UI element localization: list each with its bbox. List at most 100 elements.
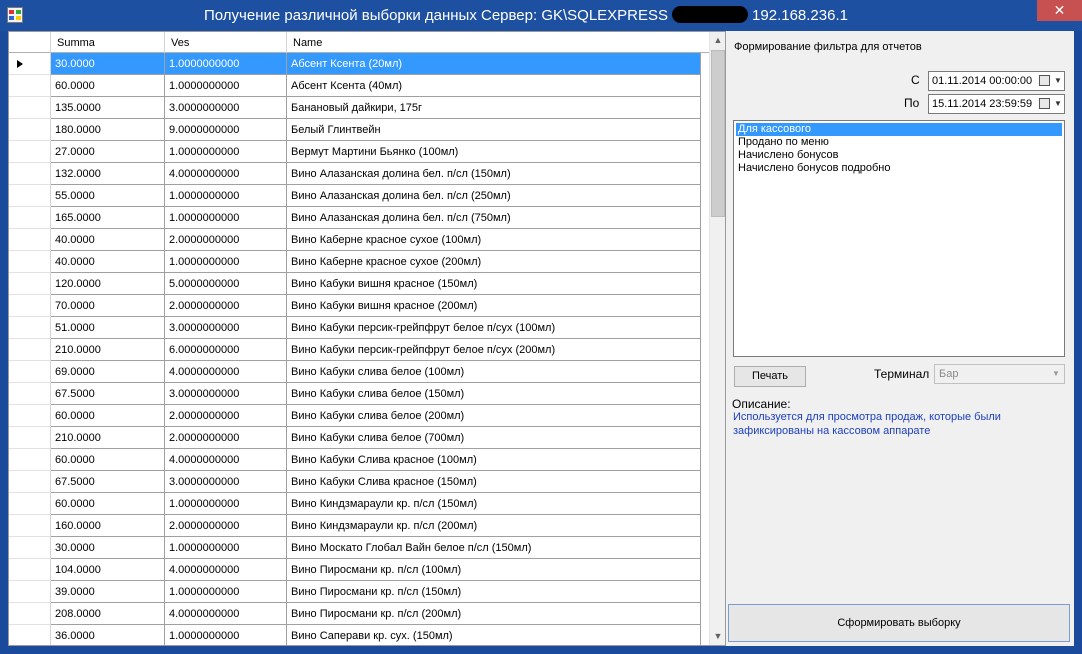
name-cell[interactable]: Вино Москато Глобал Вайн белое п/сл (150… [287,537,701,559]
table-row[interactable]: 160.0000 2.0000000000 Вино Киндзмараули кр… [9,515,709,537]
summa-cell[interactable]: 120.0000 [51,273,165,295]
summa-cell[interactable]: 67.5000 [51,383,165,405]
name-cell[interactable]: Абсент Ксента (20мл) [287,53,701,75]
ves-cell[interactable]: 3.0000000000 [165,97,287,119]
name-cell[interactable]: Вино Алазанская долина бел. п/сл (150мл) [287,163,701,185]
ves-cell[interactable]: 4.0000000000 [165,559,287,581]
ves-cell[interactable]: 2.0000000000 [165,229,287,251]
summa-cell[interactable]: 69.0000 [51,361,165,383]
print-button[interactable]: Печать [734,366,806,387]
ves-cell[interactable]: 2.0000000000 [165,427,287,449]
ves-cell[interactable]: 5.0000000000 [165,273,287,295]
table-row[interactable]: 40.0000 1.0000000000 Вино Каберне красное … [9,251,709,273]
ves-cell[interactable]: 4.0000000000 [165,449,287,471]
table-row[interactable]: 40.0000 2.0000000000 Вино Каберне красное … [9,229,709,251]
row-header[interactable] [9,97,51,119]
table-row[interactable]: 70.0000 2.0000000000 Вино Кабуки вишня кра… [9,295,709,317]
table-row[interactable]: 67.5000 3.0000000000 Вино Кабуки слива бел… [9,383,709,405]
summa-cell[interactable]: 104.0000 [51,559,165,581]
ves-cell[interactable]: 1.0000000000 [165,207,287,229]
ves-cell[interactable]: 1.0000000000 [165,251,287,273]
name-cell[interactable]: Вино Кабуки слива белое (200мл) [287,405,701,427]
data-grid[interactable]: Summa Ves Name 30.0000 1.0000000000 Абсент… [8,31,726,646]
column-header-summa[interactable]: Summa [51,32,165,53]
ves-cell[interactable]: 1.0000000000 [165,581,287,603]
row-header[interactable] [9,163,51,185]
row-header[interactable] [9,559,51,581]
table-row[interactable]: 60.0000 4.0000000000 Вино Кабуки Слива кра… [9,449,709,471]
ves-cell[interactable]: 1.0000000000 [165,75,287,97]
list-item[interactable]: Для кассового [736,123,1062,136]
name-cell[interactable]: Вино Киндзмараули кр. п/сл (150мл) [287,493,701,515]
summa-cell[interactable]: 180.0000 [51,119,165,141]
table-row[interactable]: 55.0000 1.0000000000 Вино Алазанская долин… [9,185,709,207]
summa-cell[interactable]: 51.0000 [51,317,165,339]
table-row[interactable]: 104.0000 4.0000000000 Вино Пиросмани кр. п… [9,559,709,581]
summa-cell[interactable]: 36.0000 [51,625,165,645]
name-cell[interactable]: Вино Кабуки слива белое (150мл) [287,383,701,405]
table-row[interactable]: 180.0000 9.0000000000 Белый Глинтвейн [9,119,709,141]
ves-cell[interactable]: 1.0000000000 [165,141,287,163]
table-row[interactable]: 27.0000 1.0000000000 Вермут Мартини Бьянко… [9,141,709,163]
ves-cell[interactable]: 1.0000000000 [165,537,287,559]
row-header[interactable] [9,229,51,251]
table-row[interactable]: 60.0000 1.0000000000 Абсент Ксента (40мл) [9,75,709,97]
summa-cell[interactable]: 60.0000 [51,405,165,427]
table-row[interactable]: 120.0000 5.0000000000 Вино Кабуки вишня кр… [9,273,709,295]
name-cell[interactable]: Вино Кабуки вишня красное (150мл) [287,273,701,295]
ves-cell[interactable]: 2.0000000000 [165,405,287,427]
table-row[interactable]: 210.0000 6.0000000000 Вино Кабуки персик-г… [9,339,709,361]
name-cell[interactable]: Вино Кабуки Слива красное (150мл) [287,471,701,493]
table-row[interactable]: 60.0000 1.0000000000 Вино Киндзмараули кр.… [9,493,709,515]
row-header[interactable] [9,339,51,361]
row-header[interactable] [9,317,51,339]
table-row[interactable]: 51.0000 3.0000000000 Вино Кабуки персик-гр… [9,317,709,339]
table-row[interactable]: 30.0000 1.0000000000 Вино Москато Глобал В… [9,537,709,559]
ves-cell[interactable]: 4.0000000000 [165,603,287,625]
row-header[interactable] [9,75,51,97]
row-header[interactable] [9,405,51,427]
name-cell[interactable]: Вермут Мартини Бьянко (100мл) [287,141,701,163]
name-cell[interactable]: Вино Пиросмани кр. п/сл (150мл) [287,581,701,603]
ves-cell[interactable]: 3.0000000000 [165,383,287,405]
name-cell[interactable]: Вино Пиросмани кр. п/сл (100мл) [287,559,701,581]
terminal-select[interactable]: Бар ▼ [934,364,1065,384]
name-cell[interactable]: Вино Алазанская долина бел. п/сл (750мл) [287,207,701,229]
column-header-name[interactable]: Name [287,32,709,53]
summa-cell[interactable]: 208.0000 [51,603,165,625]
name-cell[interactable]: Вино Каберне красное сухое (200мл) [287,251,701,273]
generate-selection-button[interactable]: Сформировать выборку [728,604,1070,642]
name-cell[interactable]: Вино Кабуки персик-грейпфрут белое п/сух… [287,317,701,339]
vertical-scrollbar[interactable]: ▲ ▼ [709,32,725,645]
from-date-picker[interactable]: 01.11.2014 00:00:00 ▼ [928,71,1065,91]
summa-cell[interactable]: 60.0000 [51,449,165,471]
name-cell[interactable]: Вино Каберне красное сухое (100мл) [287,229,701,251]
row-header[interactable] [9,185,51,207]
summa-cell[interactable]: 60.0000 [51,75,165,97]
summa-cell[interactable]: 160.0000 [51,515,165,537]
ves-cell[interactable]: 1.0000000000 [165,625,287,645]
table-row[interactable]: 132.0000 4.0000000000 Вино Алазанская доли… [9,163,709,185]
summa-cell[interactable]: 210.0000 [51,339,165,361]
table-row[interactable]: 36.0000 1.0000000000 Вино Саперави кр. сух… [9,625,709,645]
scroll-thumb[interactable] [711,50,725,217]
summa-cell[interactable]: 30.0000 [51,53,165,75]
row-header[interactable] [9,119,51,141]
row-header-corner[interactable] [9,32,51,53]
name-cell[interactable]: Вино Пиросмани кр. п/сл (200мл) [287,603,701,625]
scroll-up-icon[interactable]: ▲ [710,32,725,49]
name-cell[interactable]: Вино Киндзмараули кр. п/сл (200мл) [287,515,701,537]
summa-cell[interactable]: 60.0000 [51,493,165,515]
name-cell[interactable]: Вино Кабуки слива белое (700мл) [287,427,701,449]
row-header[interactable] [9,251,51,273]
row-header[interactable] [9,383,51,405]
summa-cell[interactable]: 210.0000 [51,427,165,449]
summa-cell[interactable]: 165.0000 [51,207,165,229]
summa-cell[interactable]: 27.0000 [51,141,165,163]
name-cell[interactable]: Вино Кабуки персик-грейпфрут белое п/сух… [287,339,701,361]
row-header[interactable] [9,295,51,317]
list-item[interactable]: Начислено бонусов [736,149,1062,162]
list-item[interactable]: Начислено бонусов подробно [736,162,1062,175]
ves-cell[interactable]: 3.0000000000 [165,471,287,493]
ves-cell[interactable]: 1.0000000000 [165,493,287,515]
